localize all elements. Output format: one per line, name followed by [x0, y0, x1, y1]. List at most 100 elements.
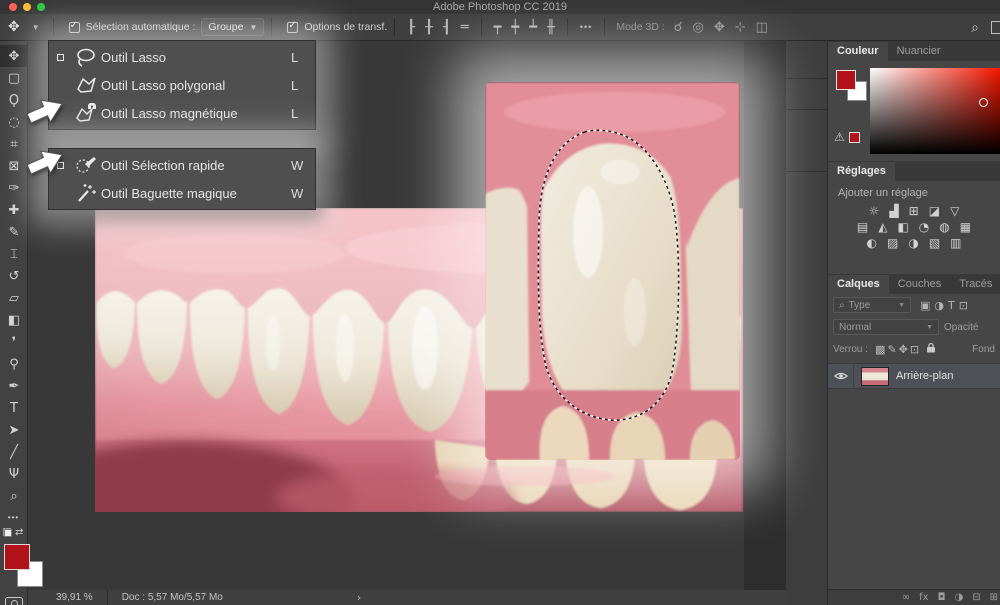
eraser-tool[interactable]: ▱	[0, 287, 28, 309]
align-right-edges-icon[interactable]: ┨	[438, 20, 456, 35]
new-adjustment-layer-icon[interactable]: ◑	[954, 592, 963, 603]
auto-select-target-dropdown[interactable]: Groupe ▼	[201, 18, 264, 36]
tab-calques[interactable]: Calques	[828, 275, 889, 294]
foreground-color-swatch[interactable]	[4, 544, 30, 570]
brightness-contrast-icon[interactable]: ☼	[869, 204, 880, 218]
properties-panel-icon[interactable]	[786, 78, 827, 109]
tab-couches[interactable]: Couches	[889, 275, 950, 294]
document-size-info[interactable]: Doc : 5,57 Mo/5,57 Mo	[108, 592, 237, 603]
path-selection-tool[interactable]: ➤	[0, 419, 28, 441]
menu-item-lasso[interactable]: Outil Lasso L	[49, 43, 315, 71]
gradient-tool[interactable]: ◧	[0, 309, 28, 331]
character-panel-icon[interactable]	[786, 171, 827, 202]
align-bottom-edges-icon[interactable]: ┷	[524, 20, 542, 35]
brushes-panel-icon[interactable]	[786, 140, 827, 171]
lock-artboard-icon[interactable]: ⊡	[910, 343, 919, 356]
black-white-icon[interactable]: ◧	[897, 220, 908, 234]
swap-colors-icon[interactable]: ⇄	[15, 527, 23, 538]
posterize-icon[interactable]: ▨	[887, 236, 898, 250]
transform-controls-checkbox[interactable]	[287, 22, 298, 33]
distribute-vertical-icon[interactable]: ╫	[542, 20, 560, 35]
quick-selection-tool[interactable]: ◌	[0, 111, 28, 133]
exposure-icon[interactable]: ◪	[929, 204, 940, 218]
threshold-icon[interactable]: ◑	[908, 236, 918, 250]
lock-position-icon[interactable]: ✥	[899, 343, 908, 356]
3d-pan-icon[interactable]: ✥	[709, 20, 730, 35]
layer-thumbnail[interactable]	[861, 367, 889, 386]
tab-couleur[interactable]: Couleur	[828, 42, 888, 61]
history-brush-tool[interactable]: ↺	[0, 265, 28, 287]
status-options-chevron-icon[interactable]: ›	[357, 591, 361, 604]
levels-icon[interactable]: ▟	[889, 204, 898, 218]
layer-group-icon[interactable]: ⊟	[972, 592, 980, 603]
history-panel-icon[interactable]	[786, 47, 827, 78]
link-layers-icon[interactable]: ∞	[902, 592, 910, 603]
tab-reglages[interactable]: Réglages	[828, 162, 895, 181]
channel-mixer-icon[interactable]: ◍	[939, 220, 949, 234]
lock-transparency-icon[interactable]: ▩	[875, 343, 885, 356]
tool-preset-chevron-icon[interactable]: ▼	[26, 21, 46, 34]
layer-effects-icon[interactable]: fx	[919, 592, 928, 603]
distribute-horizontal-icon[interactable]: ═	[456, 20, 474, 35]
color-picker-gradient[interactable]	[870, 68, 1000, 154]
tab-traces[interactable]: Tracés	[950, 275, 1000, 294]
menu-item-polygonal-lasso[interactable]: Outil Lasso polygonal L	[49, 71, 315, 99]
blend-mode-dropdown[interactable]: Normal ▼	[833, 319, 939, 335]
zoom-level-field[interactable]: 39,91 %	[28, 590, 108, 605]
selective-color-icon[interactable]: ▧	[929, 236, 940, 250]
dodge-tool[interactable]: ⚲	[0, 353, 28, 375]
gamut-color-chip[interactable]	[849, 132, 860, 143]
type-filter-icon[interactable]: T	[948, 299, 955, 312]
lock-all-icon[interactable]	[926, 342, 936, 356]
photo-filter-icon[interactable]: ◔	[919, 220, 929, 234]
align-top-edges-icon[interactable]: ┯	[489, 20, 507, 35]
tab-nuancier[interactable]: Nuancier	[888, 42, 950, 61]
layer-row-background[interactable]: Arrière-plan	[828, 363, 1000, 389]
color-lookup-icon[interactable]: ▦	[960, 220, 971, 234]
marquee-tool[interactable]: ▢	[0, 67, 28, 89]
hand-tool[interactable]: Ψ	[0, 463, 28, 485]
align-vertical-centers-icon[interactable]: ┿	[506, 20, 524, 35]
type-tool[interactable]: T	[0, 397, 28, 419]
align-horizontal-centers-icon[interactable]: ╂	[420, 20, 438, 35]
paragraph-panel-icon[interactable]	[786, 202, 827, 233]
pixel-filter-icon[interactable]: ▣	[920, 299, 930, 312]
shape-filter-icon[interactable]: ⊡	[959, 299, 968, 312]
blur-tool[interactable]: ❜	[0, 331, 28, 353]
brush-settings-panel-icon[interactable]	[786, 109, 827, 140]
lock-pixels-icon[interactable]: ✎	[887, 343, 896, 356]
align-left-edges-icon[interactable]: ┠	[402, 20, 420, 35]
crop-tool[interactable]: ⌗	[0, 133, 28, 155]
brush-tool[interactable]: ✎	[0, 221, 28, 243]
edit-toolbar-button[interactable]: •••	[0, 513, 27, 522]
menu-item-magnetic-lasso[interactable]: Outil Lasso magnétique L	[49, 99, 315, 127]
clone-stamp-tool[interactable]: ⌶	[0, 243, 28, 265]
hue-saturation-icon[interactable]: ▤	[857, 220, 868, 234]
workspace-switcher-icon[interactable]	[991, 21, 1000, 34]
screen-mode-button[interactable]	[5, 597, 23, 605]
3d-orbit-icon[interactable]: ☌	[669, 20, 688, 35]
more-options-button[interactable]: •••	[575, 22, 597, 32]
menu-item-quick-selection[interactable]: Outil Sélection rapide W	[49, 151, 315, 179]
eyedropper-tool[interactable]: ✑	[0, 177, 28, 199]
auto-select-checkbox[interactable]	[69, 22, 80, 33]
move-tool[interactable]: ✥	[0, 45, 28, 67]
gradient-map-icon[interactable]: ▥	[950, 236, 961, 250]
zoom-tool[interactable]: ⌕	[0, 485, 28, 507]
lasso-tool[interactable]: Ϙ	[0, 89, 28, 111]
menu-item-magic-wand[interactable]: Outil Baguette magique W	[49, 179, 315, 207]
new-layer-icon[interactable]: ⊞	[990, 592, 998, 603]
pen-tool[interactable]: ✒	[0, 375, 28, 397]
3d-camera-icon[interactable]: ◫	[751, 20, 773, 35]
line-tool[interactable]: ╱	[0, 441, 28, 463]
layer-visibility-eye-icon[interactable]	[828, 363, 854, 389]
panel-foreground-swatch[interactable]	[836, 70, 856, 90]
vibrance-icon[interactable]: ▽	[950, 204, 959, 218]
healing-brush-tool[interactable]: ✚	[0, 199, 28, 221]
layer-mask-icon[interactable]: ◘	[938, 592, 946, 603]
invert-icon[interactable]: ◐	[867, 236, 877, 250]
3d-slide-icon[interactable]: ⊹	[730, 20, 751, 35]
frame-tool[interactable]: ⊠	[0, 155, 28, 177]
default-colors-icon[interactable]	[3, 528, 12, 537]
search-icon[interactable]: ⌕	[971, 20, 979, 36]
